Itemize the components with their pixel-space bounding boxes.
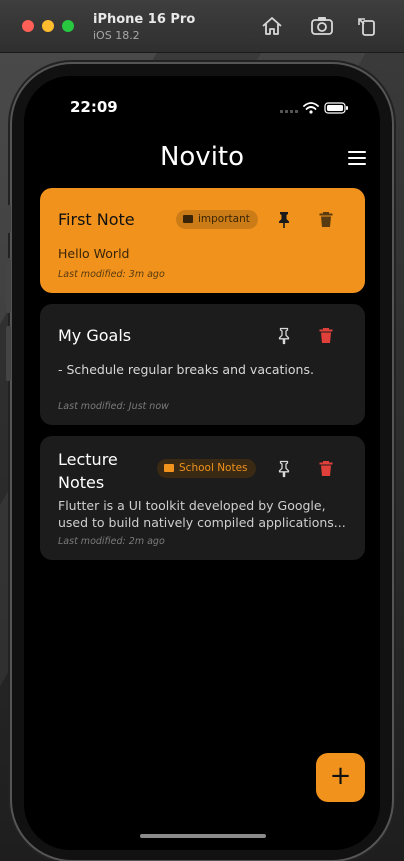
trash-icon[interactable]: [316, 325, 336, 345]
menu-icon[interactable]: [348, 151, 366, 165]
home-icon[interactable]: [260, 15, 284, 37]
trash-icon[interactable]: [316, 209, 336, 229]
trash-icon[interactable]: [316, 458, 336, 478]
battery-icon: [324, 102, 348, 114]
status-time: 22:09: [70, 98, 118, 116]
note-card-first-note[interactable]: First Note important Hello World Last mo…: [40, 188, 365, 293]
device-name: iPhone 16 Pro: [93, 12, 196, 27]
note-body: Hello World: [58, 246, 130, 261]
screenshot-icon[interactable]: [310, 15, 334, 37]
note-tag-label: important: [198, 213, 250, 225]
pin-icon[interactable]: [274, 209, 294, 229]
os-version: iOS 18.2: [93, 29, 140, 42]
minimize-window-button[interactable]: [42, 20, 54, 32]
home-indicator[interactable]: [140, 834, 266, 838]
volume-up-button: [6, 258, 11, 313]
status-icons: [280, 100, 350, 114]
simulator-toolbar: iPhone 16 Pro iOS 18.2: [0, 0, 404, 53]
note-title: Lecture Notes: [58, 450, 118, 492]
folder-icon: [164, 464, 174, 472]
pin-outline-icon[interactable]: [274, 458, 294, 478]
note-modified: Last modified: 3m ago: [58, 269, 165, 280]
note-card-lecture-notes[interactable]: Lecture Notes School Notes Flutter is a …: [40, 436, 365, 560]
note-body: - Schedule regular breaks and vacations.: [58, 362, 314, 377]
action-button: [6, 205, 11, 233]
volume-down-button: [6, 326, 11, 381]
note-title: First Note: [58, 210, 135, 229]
note-modified: Last modified: 2m ago: [58, 536, 165, 547]
note-title: My Goals: [58, 326, 132, 345]
wifi-icon: [303, 102, 319, 110]
note-body-line: Flutter is a UI toolkit developed by Goo…: [58, 498, 326, 513]
note-body-line: used to build natively compiled applicat…: [58, 515, 346, 530]
folder-icon: [183, 215, 193, 223]
note-tag-label: School Notes: [179, 462, 248, 474]
note-body: Flutter is a UI toolkit developed by Goo…: [58, 497, 353, 531]
zoom-window-button[interactable]: [62, 20, 74, 32]
add-note-button[interactable]: +: [316, 753, 365, 802]
app-title: Novito: [159, 142, 245, 172]
note-tag[interactable]: School Notes: [157, 459, 256, 478]
note-tag[interactable]: important: [176, 210, 258, 229]
close-window-button[interactable]: [22, 20, 34, 32]
cellular-icon: [280, 110, 298, 113]
note-modified: Last modified: Just now: [58, 401, 169, 412]
note-card-my-goals[interactable]: My Goals - Schedule regular breaks and v…: [40, 304, 365, 425]
pin-outline-icon[interactable]: [274, 325, 294, 345]
rotate-icon[interactable]: [355, 15, 379, 37]
